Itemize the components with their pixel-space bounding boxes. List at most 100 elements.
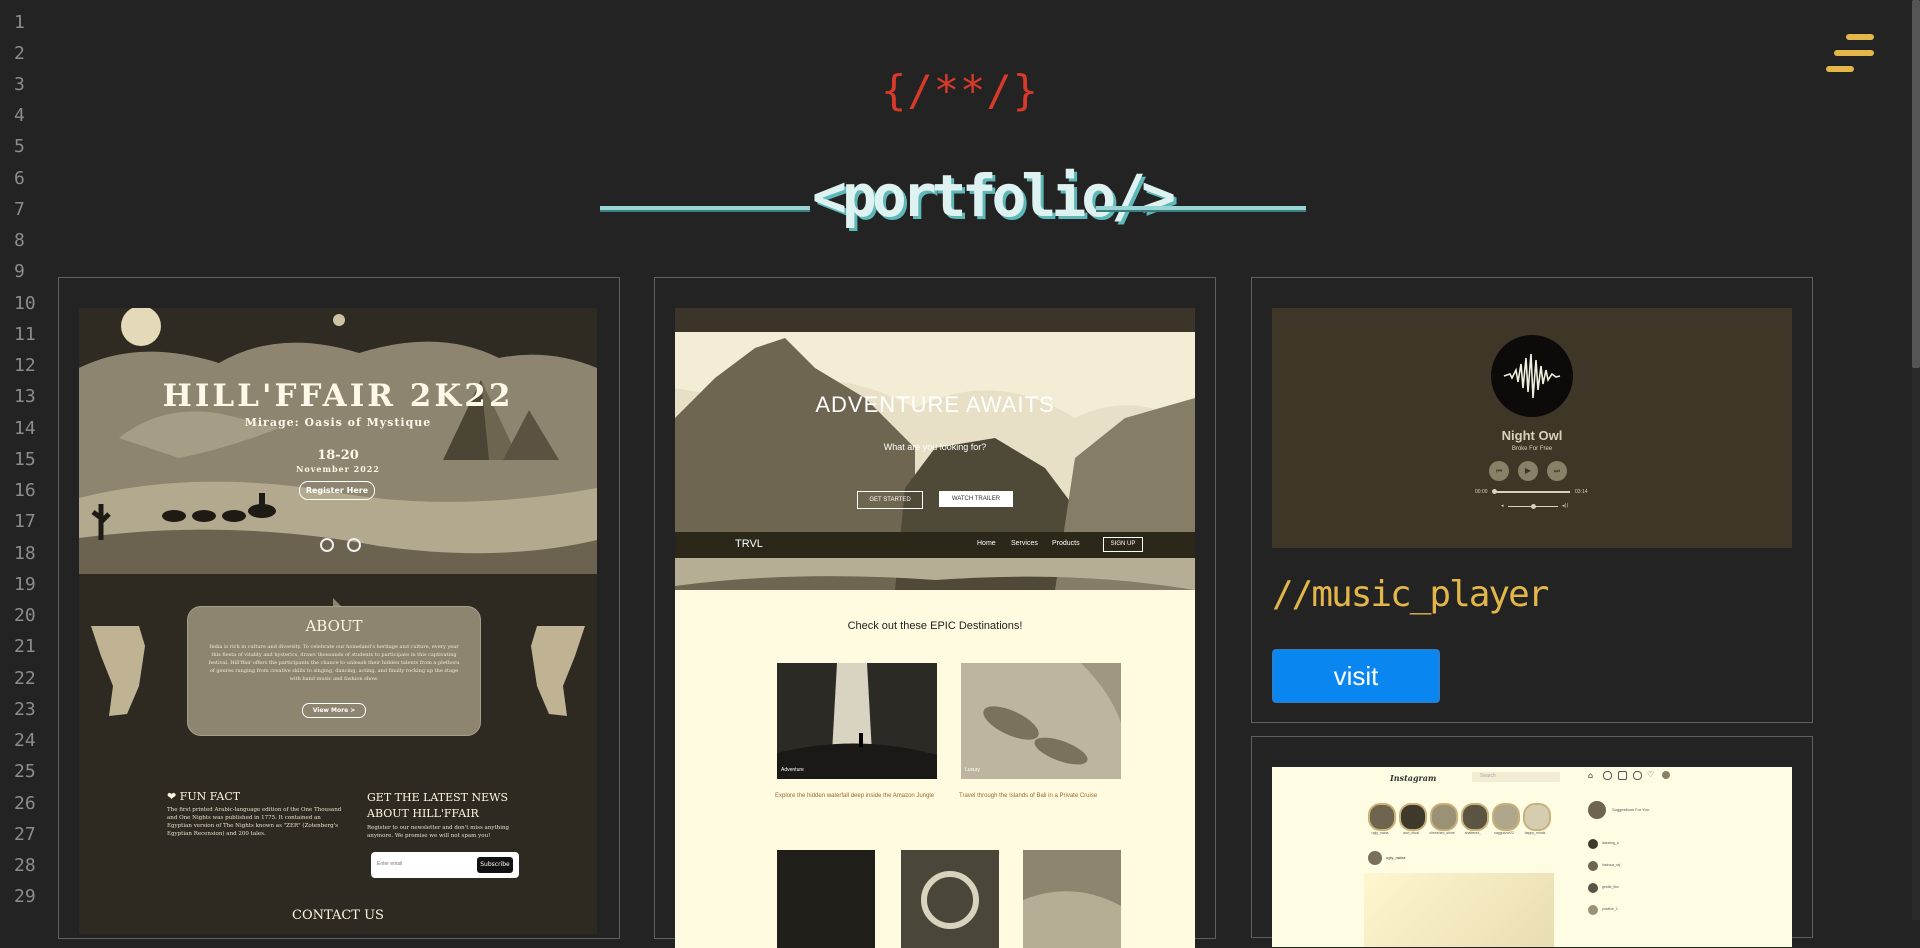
hillffair-screenshot[interactable]: HILL'FFAIR 2K22 Mirage: Oasis of Mystiqu… <box>79 308 597 948</box>
progress-knob[interactable] <box>1492 489 1497 494</box>
event-month: November 2022 <box>296 464 380 474</box>
instagram-search[interactable]: Search <box>1472 772 1560 782</box>
newsletter-form: Subscribe <box>371 852 519 878</box>
watch-trailer-button[interactable]: WATCH TRAILER <box>939 491 1013 507</box>
destination-photo[interactable] <box>1023 850 1121 948</box>
next-icon[interactable]: ⏭ <box>1547 461 1567 481</box>
destination-photo[interactable] <box>777 850 875 948</box>
music-player-screenshot[interactable]: Night Owl Broke For Free ⏮ ▶ ⏭ 00:00 03:… <box>1272 308 1792 548</box>
new-post-icon[interactable] <box>1618 771 1627 780</box>
story-avatar[interactable] <box>1492 803 1520 831</box>
sign-up-button[interactable]: SIGN UP <box>1103 537 1143 552</box>
line-number: 20 <box>14 605 36 626</box>
profile-avatar[interactable] <box>1588 801 1606 819</box>
suggestion-username[interactable]: dazzling_a <box>1602 841 1619 845</box>
progress-bar[interactable] <box>1492 489 1570 494</box>
email-input[interactable] <box>377 857 467 871</box>
suggestion-username[interactable]: positive_1 <box>1602 907 1618 911</box>
story-avatar[interactable] <box>1461 803 1489 831</box>
line-number: 6 <box>14 168 25 189</box>
line-number: 1 <box>14 12 25 33</box>
menu-bar <box>1846 34 1874 40</box>
line-number-gutter: 1 2 3 4 5 6 7 8 9 10 11 12 13 14 15 16 1… <box>0 0 40 920</box>
fun-fact-title: FUN FACT <box>179 790 241 803</box>
profile-avatar[interactable] <box>1662 771 1670 779</box>
story-avatar[interactable] <box>1399 803 1427 831</box>
messenger-icon[interactable] <box>1603 771 1612 780</box>
line-number: 24 <box>14 730 36 751</box>
waterfall-photo[interactable]: Adventure <box>777 663 937 779</box>
instagram-logo[interactable]: Instagram <box>1390 773 1436 783</box>
subscribe-button[interactable]: Subscribe <box>477 857 513 873</box>
island-photo[interactable]: Luxury <box>961 663 1121 779</box>
news-heading: GET THE LATEST NEWS ABOUT HILL'FFAIR <box>367 790 508 822</box>
line-number: 23 <box>14 699 36 720</box>
trvl-screenshot[interactable]: ADVENTURE AWAITS What are you looking fo… <box>675 308 1195 948</box>
search-placeholder: Search <box>1480 773 1496 779</box>
suggestion-avatar[interactable] <box>1588 861 1598 871</box>
hillffair-subtitle: Mirage: Oasis of Mystique <box>244 416 432 429</box>
hamburger-menu-icon[interactable] <box>1822 32 1882 80</box>
line-number: 25 <box>14 761 36 782</box>
volume-high-icon: ◂)) <box>1562 503 1569 509</box>
suggestion-avatar[interactable] <box>1588 905 1598 915</box>
heart-icon[interactable]: ♡ <box>1647 770 1654 779</box>
suggestions-heading: Suggestions For You <box>1612 807 1649 812</box>
about-heading: ABOUT <box>305 617 363 635</box>
logo-icon <box>333 314 345 326</box>
line-number: 17 <box>14 511 36 532</box>
line-number: 11 <box>14 324 36 345</box>
suggestion-username[interactable]: gentle_flux <box>1602 885 1619 889</box>
volume-slider[interactable] <box>1508 504 1558 509</box>
line-number: 14 <box>14 418 36 439</box>
news-heading-line: ABOUT HILL'FFAIR <box>367 807 479 820</box>
song-artist: Broke For Free <box>1511 446 1553 452</box>
get-started-button[interactable]: GET STARTED <box>857 491 923 509</box>
post-avatar[interactable] <box>1368 851 1382 865</box>
suggestion-avatar[interactable] <box>1588 839 1598 849</box>
line-number: 10 <box>14 293 36 314</box>
line-number: 2 <box>14 43 25 64</box>
portfolio-heading: <portfolio/> <box>600 162 1310 230</box>
explore-icon[interactable] <box>1633 771 1642 780</box>
line-number: 27 <box>14 824 36 845</box>
instagram-screenshot[interactable]: Instagram Search ⌂ ♡ ugly_naina anvi_rit… <box>1272 767 1792 947</box>
fun-fact-text: The first printed Arabic-language editio… <box>167 807 342 837</box>
line-number: 18 <box>14 543 36 564</box>
post-image[interactable] <box>1364 873 1554 947</box>
story-avatar[interactable] <box>1430 803 1458 831</box>
line-number: 9 <box>14 261 25 282</box>
previous-icon[interactable]: ⏮ <box>1489 461 1509 481</box>
visit-button[interactable]: visit <box>1272 649 1440 703</box>
volume-knob[interactable] <box>1531 504 1536 509</box>
suggestion-avatar[interactable] <box>1588 883 1598 893</box>
post-username[interactable]: ugly_naina <box>1386 855 1405 860</box>
music-player-title: //music_player <box>1272 574 1549 615</box>
hillffair-about-section: ABOUT India is rich in culture and diver… <box>79 574 597 934</box>
story-avatar[interactable] <box>1368 803 1396 831</box>
underline-left <box>600 206 810 210</box>
story-username: saggulove22 <box>1494 831 1514 835</box>
line-number: 7 <box>14 199 25 220</box>
play-icon[interactable]: ▶ <box>1518 461 1538 481</box>
destination-photo[interactable] <box>901 850 999 948</box>
home-icon[interactable]: ⌂ <box>1588 771 1593 780</box>
story-username: happy_minds <box>1524 831 1546 835</box>
register-button[interactable]: Register Here <box>299 481 375 500</box>
line-number: 5 <box>14 136 25 157</box>
story-username: anvi_ritual <box>1403 831 1419 835</box>
trvl-logo[interactable]: TRVL <box>735 538 763 550</box>
nav-products[interactable]: Products <box>1052 540 1080 547</box>
nav-services[interactable]: Services <box>1011 540 1038 547</box>
card-label: Adventure <box>781 767 804 773</box>
view-more-button[interactable]: View More > <box>302 703 366 718</box>
line-number: 26 <box>14 793 36 814</box>
line-number: 29 <box>14 886 36 907</box>
story-avatar[interactable] <box>1523 803 1551 831</box>
project-card-trvl: ADVENTURE AWAITS What are you looking fo… <box>654 277 1216 948</box>
scrollbar-thumb[interactable] <box>1912 0 1920 368</box>
suggestion-username[interactable]: lustrous_raj <box>1602 863 1620 867</box>
nav-home[interactable]: Home <box>977 540 996 547</box>
line-number: 13 <box>14 386 36 407</box>
page-scrollbar[interactable] <box>1912 0 1920 920</box>
